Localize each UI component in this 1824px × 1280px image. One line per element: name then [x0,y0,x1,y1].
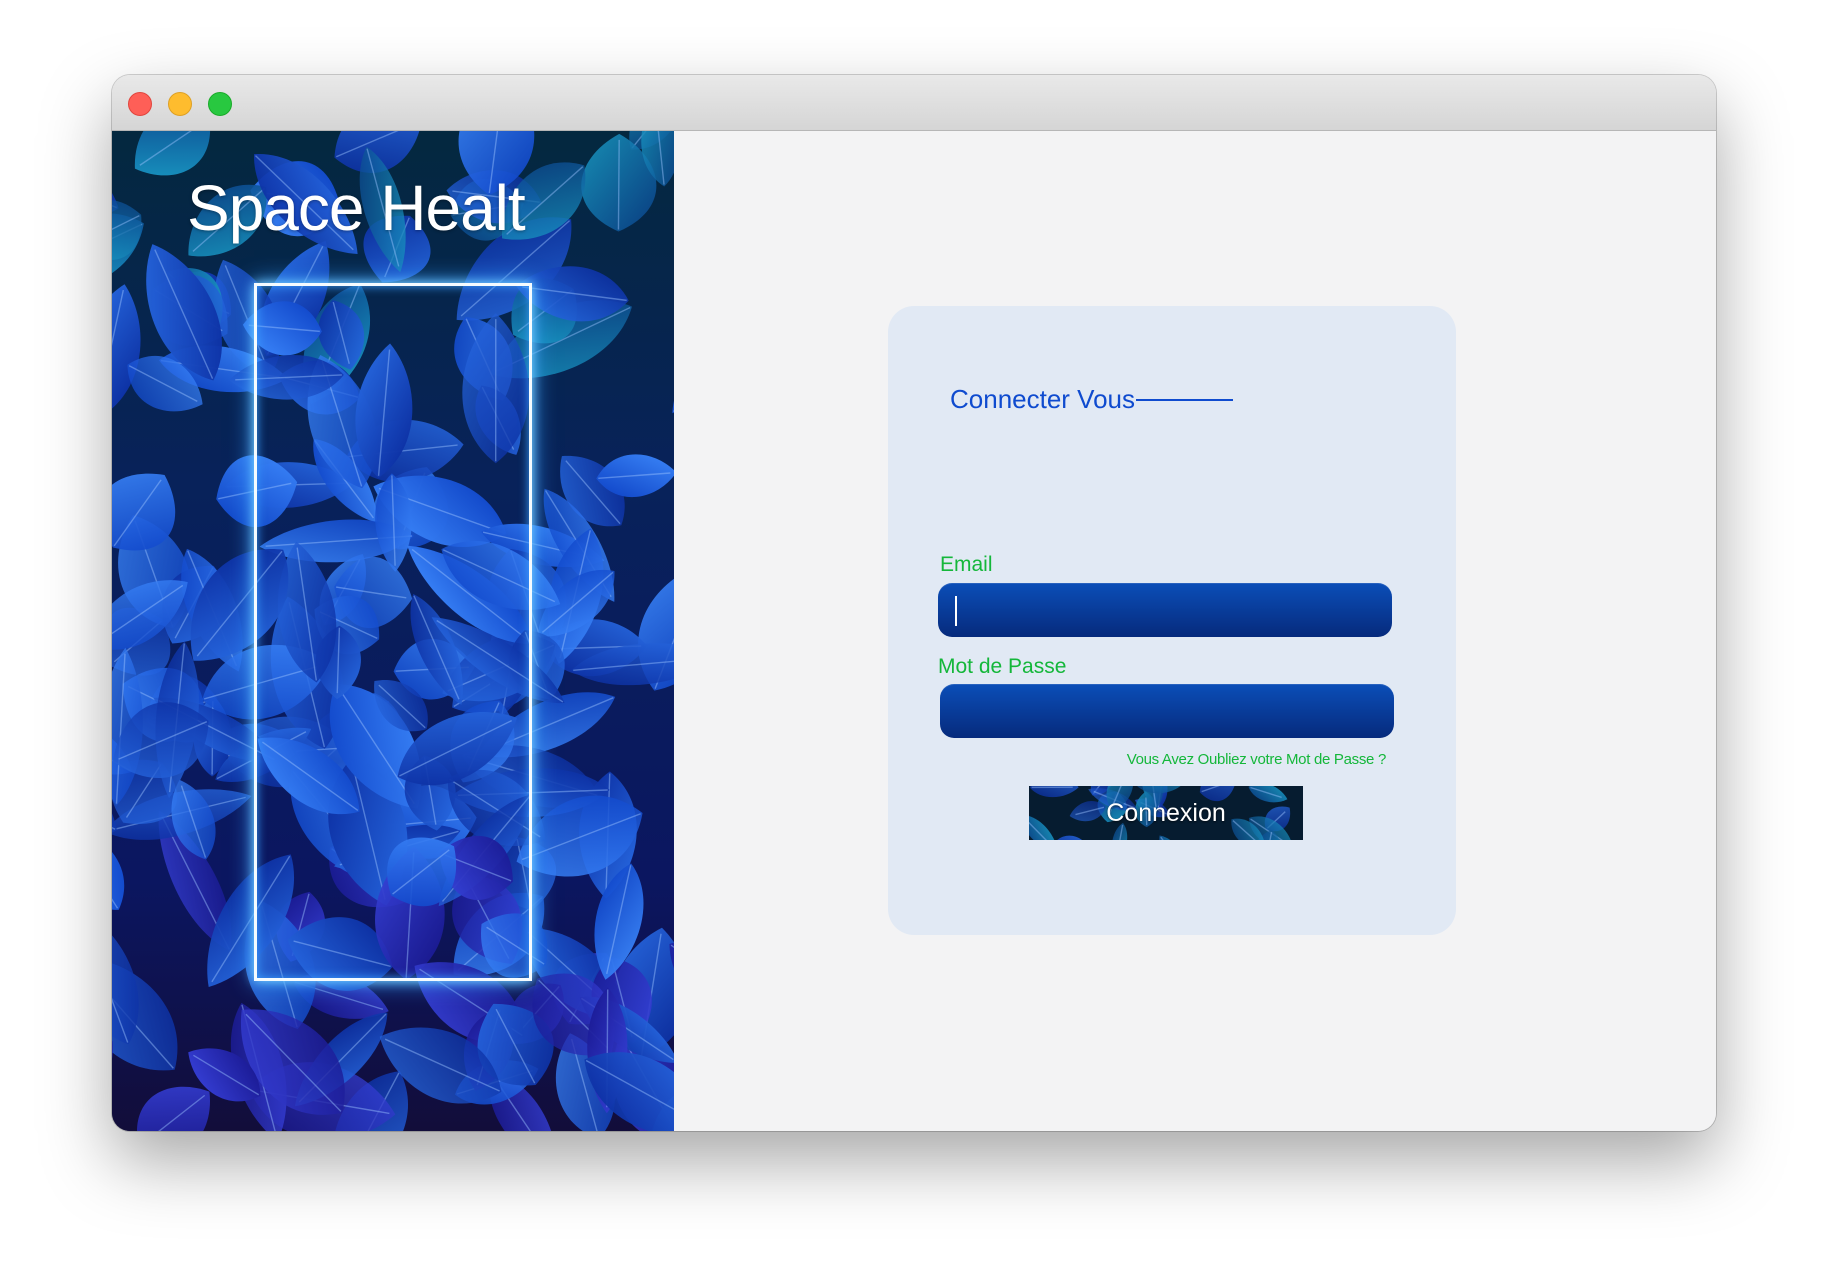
text-caret [955,596,957,626]
close-window-button[interactable] [128,92,152,116]
email-label: Email [940,553,993,576]
login-panel: Connecter Vous Email Mot de Passe Vous A… [674,131,1716,1131]
neon-frame-decoration [254,283,532,981]
minimize-window-button[interactable] [168,92,192,116]
maximize-window-button[interactable] [208,92,232,116]
heading-underline [1136,399,1233,401]
password-label: Mot de Passe [938,655,1067,678]
forgot-password-link[interactable]: Vous Avez Oubliez votre Mot de Passe ? [1127,751,1387,768]
brand-title: Space Healt [187,172,526,244]
hero-image-panel: Space Healt [112,131,674,1131]
login-card: Connecter Vous Email Mot de Passe Vous A… [888,306,1456,935]
title-bar [112,75,1716,131]
password-field[interactable] [940,684,1394,738]
app-window: Space Healt Connecter Vous Email Mot de … [112,75,1716,1131]
login-heading: Connecter Vous [950,384,1136,414]
leaf-vein [617,139,620,230]
email-field[interactable] [938,583,1392,637]
connexion-button-label: Connexion [1106,798,1226,827]
connexion-button[interactable]: Connexion [1029,786,1303,840]
